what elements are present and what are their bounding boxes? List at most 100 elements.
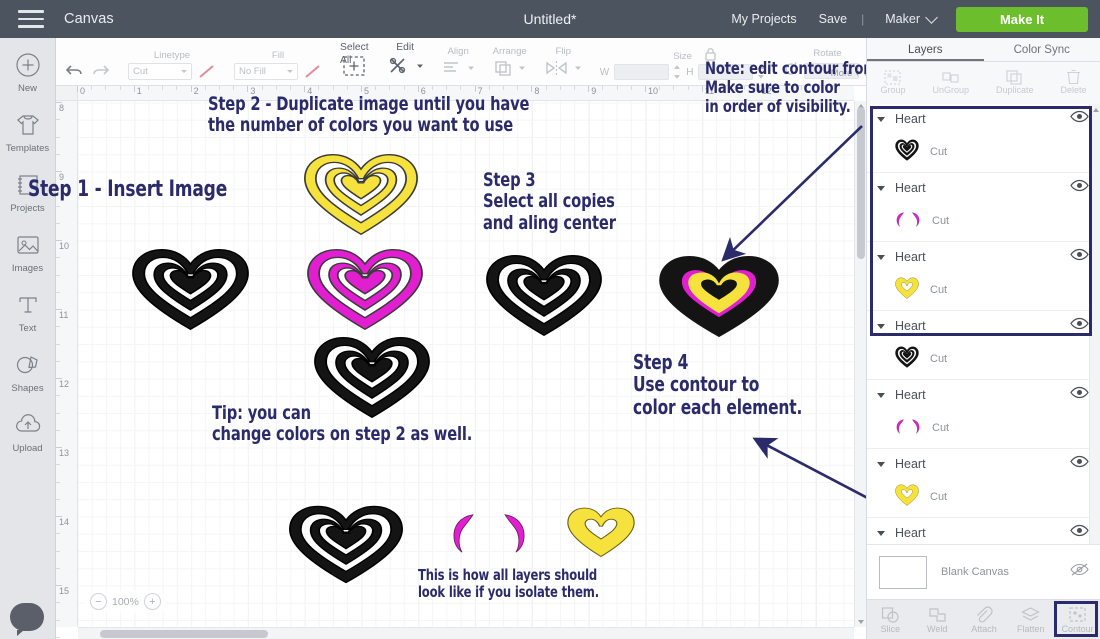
heart-multicolor[interactable]: [655, 250, 783, 342]
caret-down-icon[interactable]: [877, 323, 885, 329]
layer-body[interactable]: Cut: [867, 203, 1100, 239]
align-group[interactable]: Align: [433, 37, 484, 85]
sidebar-item-shapes[interactable]: Shapes: [0, 350, 56, 394]
layer-row[interactable]: Heart Cut: [867, 449, 1100, 518]
crescent-magenta-right[interactable]: [495, 508, 535, 556]
layer-row[interactable]: Heart Cut: [867, 104, 1100, 173]
layer-body[interactable]: Cut: [867, 410, 1100, 446]
layer-operation[interactable]: Cut: [930, 491, 947, 503]
align-icon[interactable]: [442, 59, 462, 80]
scroll-down-arrow-icon[interactable]: [858, 620, 864, 624]
heart-yellow-isolated[interactable]: [565, 504, 637, 560]
sidebar-item-templates[interactable]: Templates: [0, 110, 56, 154]
blank-canvas-swatch[interactable]: [879, 555, 927, 589]
caret-down-icon[interactable]: [877, 530, 885, 536]
canvas-horizontal-scrollbar[interactable]: [78, 627, 854, 639]
align-dropdown-caret[interactable]: [467, 64, 475, 75]
size-w-stepper[interactable]: [674, 65, 681, 79]
layer-row[interactable]: Heart Cut: [867, 242, 1100, 311]
layer-operation[interactable]: Cut: [932, 422, 949, 434]
heart-magenta-1[interactable]: [303, 243, 427, 335]
sidebar-item-new[interactable]: New: [0, 50, 56, 94]
zoom-out-button[interactable]: −: [90, 593, 107, 610]
layer-header[interactable]: Heart: [867, 380, 1100, 410]
delete-button[interactable]: Delete: [1060, 69, 1086, 95]
layer-header[interactable]: Heart: [867, 311, 1100, 341]
crescent-magenta-left[interactable]: [443, 508, 483, 556]
size-w-input[interactable]: [614, 64, 670, 80]
caret-down-icon[interactable]: [877, 254, 885, 260]
panel-scrollbar[interactable]: [1089, 104, 1100, 594]
eye-visible-icon[interactable]: [1070, 110, 1089, 128]
heart-black-2[interactable]: [482, 249, 606, 341]
arrange-group[interactable]: Arrange: [484, 37, 536, 85]
caret-down-icon[interactable]: [877, 461, 885, 467]
layer-row[interactable]: Heart Cut: [867, 173, 1100, 242]
select-all-group[interactable]: Select All: [331, 37, 378, 85]
caret-down-icon[interactable]: [877, 392, 885, 398]
layer-header[interactable]: Heart: [867, 173, 1100, 203]
contour-button[interactable]: Contour: [1056, 606, 1100, 634]
layer-body[interactable]: Cut: [867, 341, 1100, 377]
hamburger-menu-icon[interactable]: [18, 10, 44, 28]
eye-visible-icon[interactable]: [1070, 455, 1089, 473]
heart-black-isolated[interactable]: [285, 500, 407, 588]
arrange-icon[interactable]: [493, 59, 513, 80]
flatten-button[interactable]: Flatten: [1009, 606, 1053, 634]
layer-operation[interactable]: Cut: [930, 146, 947, 158]
arrange-dropdown-caret[interactable]: [518, 64, 526, 75]
eye-visible-icon[interactable]: [1070, 179, 1089, 197]
layer-list[interactable]: Heart Cut Heart Cut Heart Cut Heart Cut …: [867, 104, 1100, 594]
fill-color-swatch[interactable]: [303, 63, 322, 80]
eye-visible-icon[interactable]: [1070, 386, 1089, 404]
edit-scissors-icon[interactable]: [387, 55, 411, 80]
attach-button[interactable]: Attach: [962, 606, 1006, 634]
eye-visible-icon[interactable]: [1070, 524, 1089, 542]
layer-header[interactable]: Heart: [867, 449, 1100, 479]
flip-group[interactable]: Flip: [536, 37, 591, 85]
zoom-in-button[interactable]: +: [143, 593, 161, 610]
machine-selector[interactable]: Maker: [867, 10, 950, 26]
redo-icon[interactable]: [90, 62, 110, 80]
caret-down-icon[interactable]: [877, 185, 885, 191]
heart-yellow-1[interactable]: [300, 148, 422, 240]
layer-operation[interactable]: Cut: [932, 215, 949, 227]
tab-color-sync[interactable]: Color Sync: [984, 38, 1100, 61]
layer-row[interactable]: Heart Cut: [867, 311, 1100, 380]
layer-body[interactable]: Cut: [867, 134, 1100, 170]
linetype-select[interactable]: Cut: [128, 63, 192, 80]
tab-layers[interactable]: Layers: [867, 38, 984, 61]
layer-operation[interactable]: Cut: [930, 284, 947, 296]
chat-bubble-icon[interactable]: [10, 603, 44, 636]
caret-down-icon[interactable]: [877, 116, 885, 122]
sidebar-item-text[interactable]: Text: [0, 290, 56, 334]
slice-button[interactable]: Slice: [868, 606, 912, 634]
edit-dropdown-caret[interactable]: [416, 62, 424, 73]
layer-header[interactable]: Heart: [867, 104, 1100, 134]
layer-row[interactable]: Heart Cut: [867, 380, 1100, 449]
undo-icon[interactable]: [65, 62, 85, 80]
blank-canvas-row[interactable]: Blank Canvas: [867, 544, 1100, 599]
linetype-color-swatch[interactable]: [197, 63, 216, 80]
edit-group[interactable]: Edit: [378, 37, 433, 85]
horizontal-scroll-thumb[interactable]: [100, 630, 268, 638]
save-button[interactable]: Save: [808, 12, 859, 26]
canvas-vertical-scrollbar[interactable]: [854, 101, 866, 627]
eye-hidden-icon[interactable]: [1070, 563, 1089, 581]
eye-visible-icon[interactable]: [1070, 317, 1089, 335]
sidebar-item-upload[interactable]: Upload: [0, 410, 56, 454]
eye-visible-icon[interactable]: [1070, 248, 1089, 266]
duplicate-button[interactable]: Duplicate: [996, 69, 1034, 95]
heart-black-1[interactable]: [128, 243, 253, 335]
flip-dropdown-caret[interactable]: [574, 64, 582, 75]
layer-operation[interactable]: Cut: [930, 353, 947, 365]
sidebar-item-images[interactable]: Images: [0, 230, 56, 274]
make-it-button[interactable]: Make It: [956, 6, 1088, 32]
weld-button[interactable]: Weld: [915, 606, 959, 634]
ungroup-button[interactable]: UnGroup: [932, 69, 969, 95]
layer-body[interactable]: Cut: [867, 272, 1100, 308]
fill-select[interactable]: No Fill: [234, 63, 298, 80]
vertical-scroll-thumb[interactable]: [857, 107, 865, 259]
select-all-icon[interactable]: [342, 55, 366, 80]
my-projects-link[interactable]: My Projects: [720, 12, 807, 26]
